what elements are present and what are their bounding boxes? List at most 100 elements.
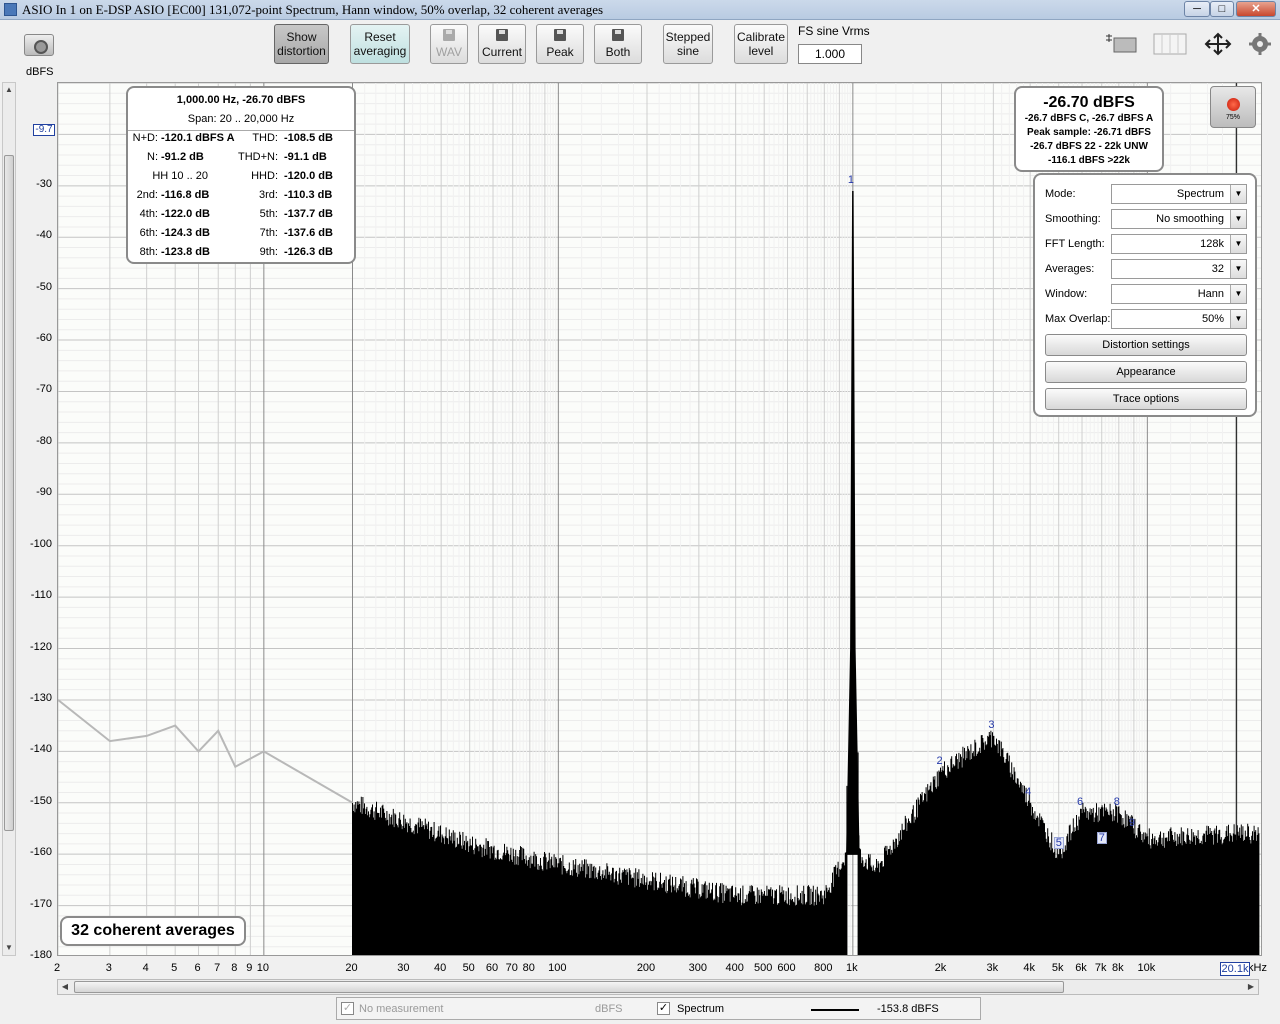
- no-measurement-checkbox[interactable]: ✓: [341, 1002, 354, 1015]
- y-tick-label: -140: [29, 743, 52, 756]
- horizontal-scrollbar[interactable]: ◀ ▶: [57, 979, 1259, 995]
- calibrate-level-button[interactable]: Calibrate level: [734, 24, 788, 64]
- save-current-button[interactable]: Current: [478, 24, 526, 64]
- harmonic-marker: 5: [1053, 837, 1064, 850]
- no-measurement-label: No measurement: [359, 1003, 444, 1015]
- minimize-button[interactable]: ─: [1184, 1, 1210, 17]
- mode-value: Spectrum: [1176, 188, 1224, 200]
- harmonic-marker: 2: [936, 754, 943, 767]
- window-title: ASIO In 1 on E-DSP ASIO [EC00] 131,072-p…: [22, 2, 604, 17]
- x-cursor-readout[interactable]: 20.1k: [1220, 962, 1250, 976]
- chevron-down-icon[interactable]: ▼: [1230, 285, 1246, 303]
- y-tick-label: -170: [29, 897, 52, 910]
- distortion-key: 5th:: [259, 208, 278, 220]
- window-label: Window:: [1045, 288, 1088, 300]
- stepped-sine-button[interactable]: Stepped sine: [663, 24, 713, 64]
- distortion-value: -123.8 dB: [161, 246, 210, 258]
- fft-length-select[interactable]: 128k ▼: [1111, 234, 1247, 254]
- move-arrows-icon[interactable]: [1200, 32, 1236, 56]
- close-button[interactable]: ✕: [1236, 1, 1276, 17]
- averages-label: Averages:: [1045, 263, 1095, 275]
- averages-select[interactable]: 32 ▼: [1111, 259, 1247, 279]
- y-tick-label: -100: [29, 537, 52, 550]
- panel-layout-icon[interactable]: [1104, 32, 1140, 56]
- y-tick-label: -50: [36, 280, 52, 293]
- distortion-row: HH 10 .. 20 HHD: -120.0 dB: [128, 170, 354, 186]
- chevron-down-icon[interactable]: ▼: [1230, 185, 1246, 203]
- y-axis-unit: dBFS: [26, 66, 54, 78]
- save-icon: [496, 29, 508, 41]
- save-both-button[interactable]: Both: [594, 24, 642, 64]
- no-measurement-unit: dBFS: [595, 1003, 623, 1015]
- distortion-row: 6th: -124.3 dB 7th: -137.6 dB: [128, 227, 354, 243]
- split-view-icon[interactable]: [1152, 32, 1188, 56]
- distortion-key: N:: [147, 151, 158, 163]
- level-above-22k: -116.1 dBFS >22k: [1048, 155, 1130, 166]
- window-value: Hann: [1197, 288, 1224, 300]
- level-unweighted: -26.7 dBFS 22 - 22k UNW: [1030, 141, 1148, 152]
- spectrum-checkbox[interactable]: ✓: [657, 1002, 670, 1015]
- y-tick-label: -150: [29, 794, 52, 807]
- distortion-key: 3rd:: [259, 189, 278, 201]
- chevron-down-icon[interactable]: ▼: [1230, 210, 1246, 228]
- camera-icon[interactable]: [24, 34, 54, 56]
- scroll-thumb[interactable]: [4, 155, 14, 831]
- averages-value: 32: [1211, 263, 1224, 275]
- distortion-key: THD+N:: [237, 151, 278, 163]
- distortion-key: 7th:: [259, 227, 278, 239]
- trace-options-button[interactable]: Trace options: [1045, 388, 1247, 410]
- y-cursor-readout[interactable]: -9.7: [33, 124, 55, 136]
- distortion-key: HH 10 .. 20: [152, 170, 208, 182]
- x-tick-label: 2k: [934, 962, 947, 974]
- trace-legend: ✓ No measurement dBFS ✓ Spectrum -153.8 …: [336, 997, 981, 1020]
- button-label: sine: [676, 44, 699, 58]
- y-tick-label: -120: [29, 640, 52, 653]
- button-label: level: [748, 44, 774, 58]
- span-readout: Span: 20 .. 20,000 Hz: [187, 113, 295, 125]
- save-peak-button[interactable]: Peak: [536, 24, 584, 64]
- window-row: Window: Hann ▼: [1045, 284, 1247, 304]
- fft-length-label: FFT Length:: [1045, 238, 1105, 250]
- distortion-value: -91.2 dB: [161, 151, 204, 163]
- chevron-down-icon[interactable]: ▼: [1230, 235, 1246, 253]
- y-tick-label: -30: [36, 177, 52, 190]
- window-select[interactable]: Hann ▼: [1111, 284, 1247, 304]
- max-overlap-select[interactable]: 50% ▼: [1111, 309, 1247, 329]
- button-label: Current: [481, 45, 522, 59]
- save-icon: [612, 29, 624, 41]
- gear-icon[interactable]: [1246, 32, 1274, 56]
- input-level-button[interactable]: 75%: [1210, 86, 1256, 128]
- x-tick-label: 20: [345, 962, 358, 974]
- maximize-button[interactable]: □: [1210, 1, 1234, 17]
- scroll-down-arrow-icon[interactable]: ▼: [3, 941, 15, 955]
- x-tick-label: 300: [688, 962, 708, 974]
- harmonic-marker: 8: [1113, 796, 1120, 809]
- button-label: averaging: [353, 44, 407, 58]
- fs-sine-input[interactable]: 1.000: [798, 44, 862, 64]
- distortion-key: 8th:: [139, 246, 158, 258]
- distortion-value: -124.3 dB: [161, 227, 210, 239]
- vertical-scrollbar[interactable]: ▲ ▼: [2, 82, 16, 956]
- fundamental-readout: 1,000.00 Hz, -26.70 dBFS: [176, 94, 306, 106]
- chevron-down-icon[interactable]: ▼: [1230, 310, 1246, 328]
- distortion-settings-button[interactable]: Distortion settings: [1045, 334, 1247, 356]
- distortion-row: 4th: -122.0 dB 5th: -137.7 dB: [128, 208, 354, 224]
- distortion-key: 9th:: [259, 246, 278, 258]
- appearance-button[interactable]: Appearance: [1045, 361, 1247, 383]
- y-tick-label: -60: [36, 332, 52, 345]
- scroll-left-arrow-icon[interactable]: ◀: [58, 980, 72, 994]
- fs-sine-label: FS sine Vrms: [798, 24, 870, 38]
- smoothing-select[interactable]: No smoothing ▼: [1111, 209, 1247, 229]
- chevron-down-icon[interactable]: ▼: [1230, 260, 1246, 278]
- show-distortion-button[interactable]: Show distortion: [274, 24, 329, 64]
- harmonic-marker: 3: [988, 718, 995, 731]
- scroll-right-arrow-icon[interactable]: ▶: [1244, 980, 1258, 994]
- wav-button[interactable]: WAV: [430, 24, 468, 64]
- averages-badge: 32 coherent averages: [60, 916, 246, 946]
- scroll-thumb[interactable]: [74, 981, 1064, 993]
- spectrum-label: Spectrum: [677, 1003, 725, 1015]
- distortion-value: -120.1 dBFS A: [161, 132, 235, 144]
- reset-averaging-button[interactable]: Reset averaging: [350, 24, 410, 64]
- mode-select[interactable]: Spectrum ▼: [1111, 184, 1247, 204]
- scroll-up-arrow-icon[interactable]: ▲: [3, 83, 15, 97]
